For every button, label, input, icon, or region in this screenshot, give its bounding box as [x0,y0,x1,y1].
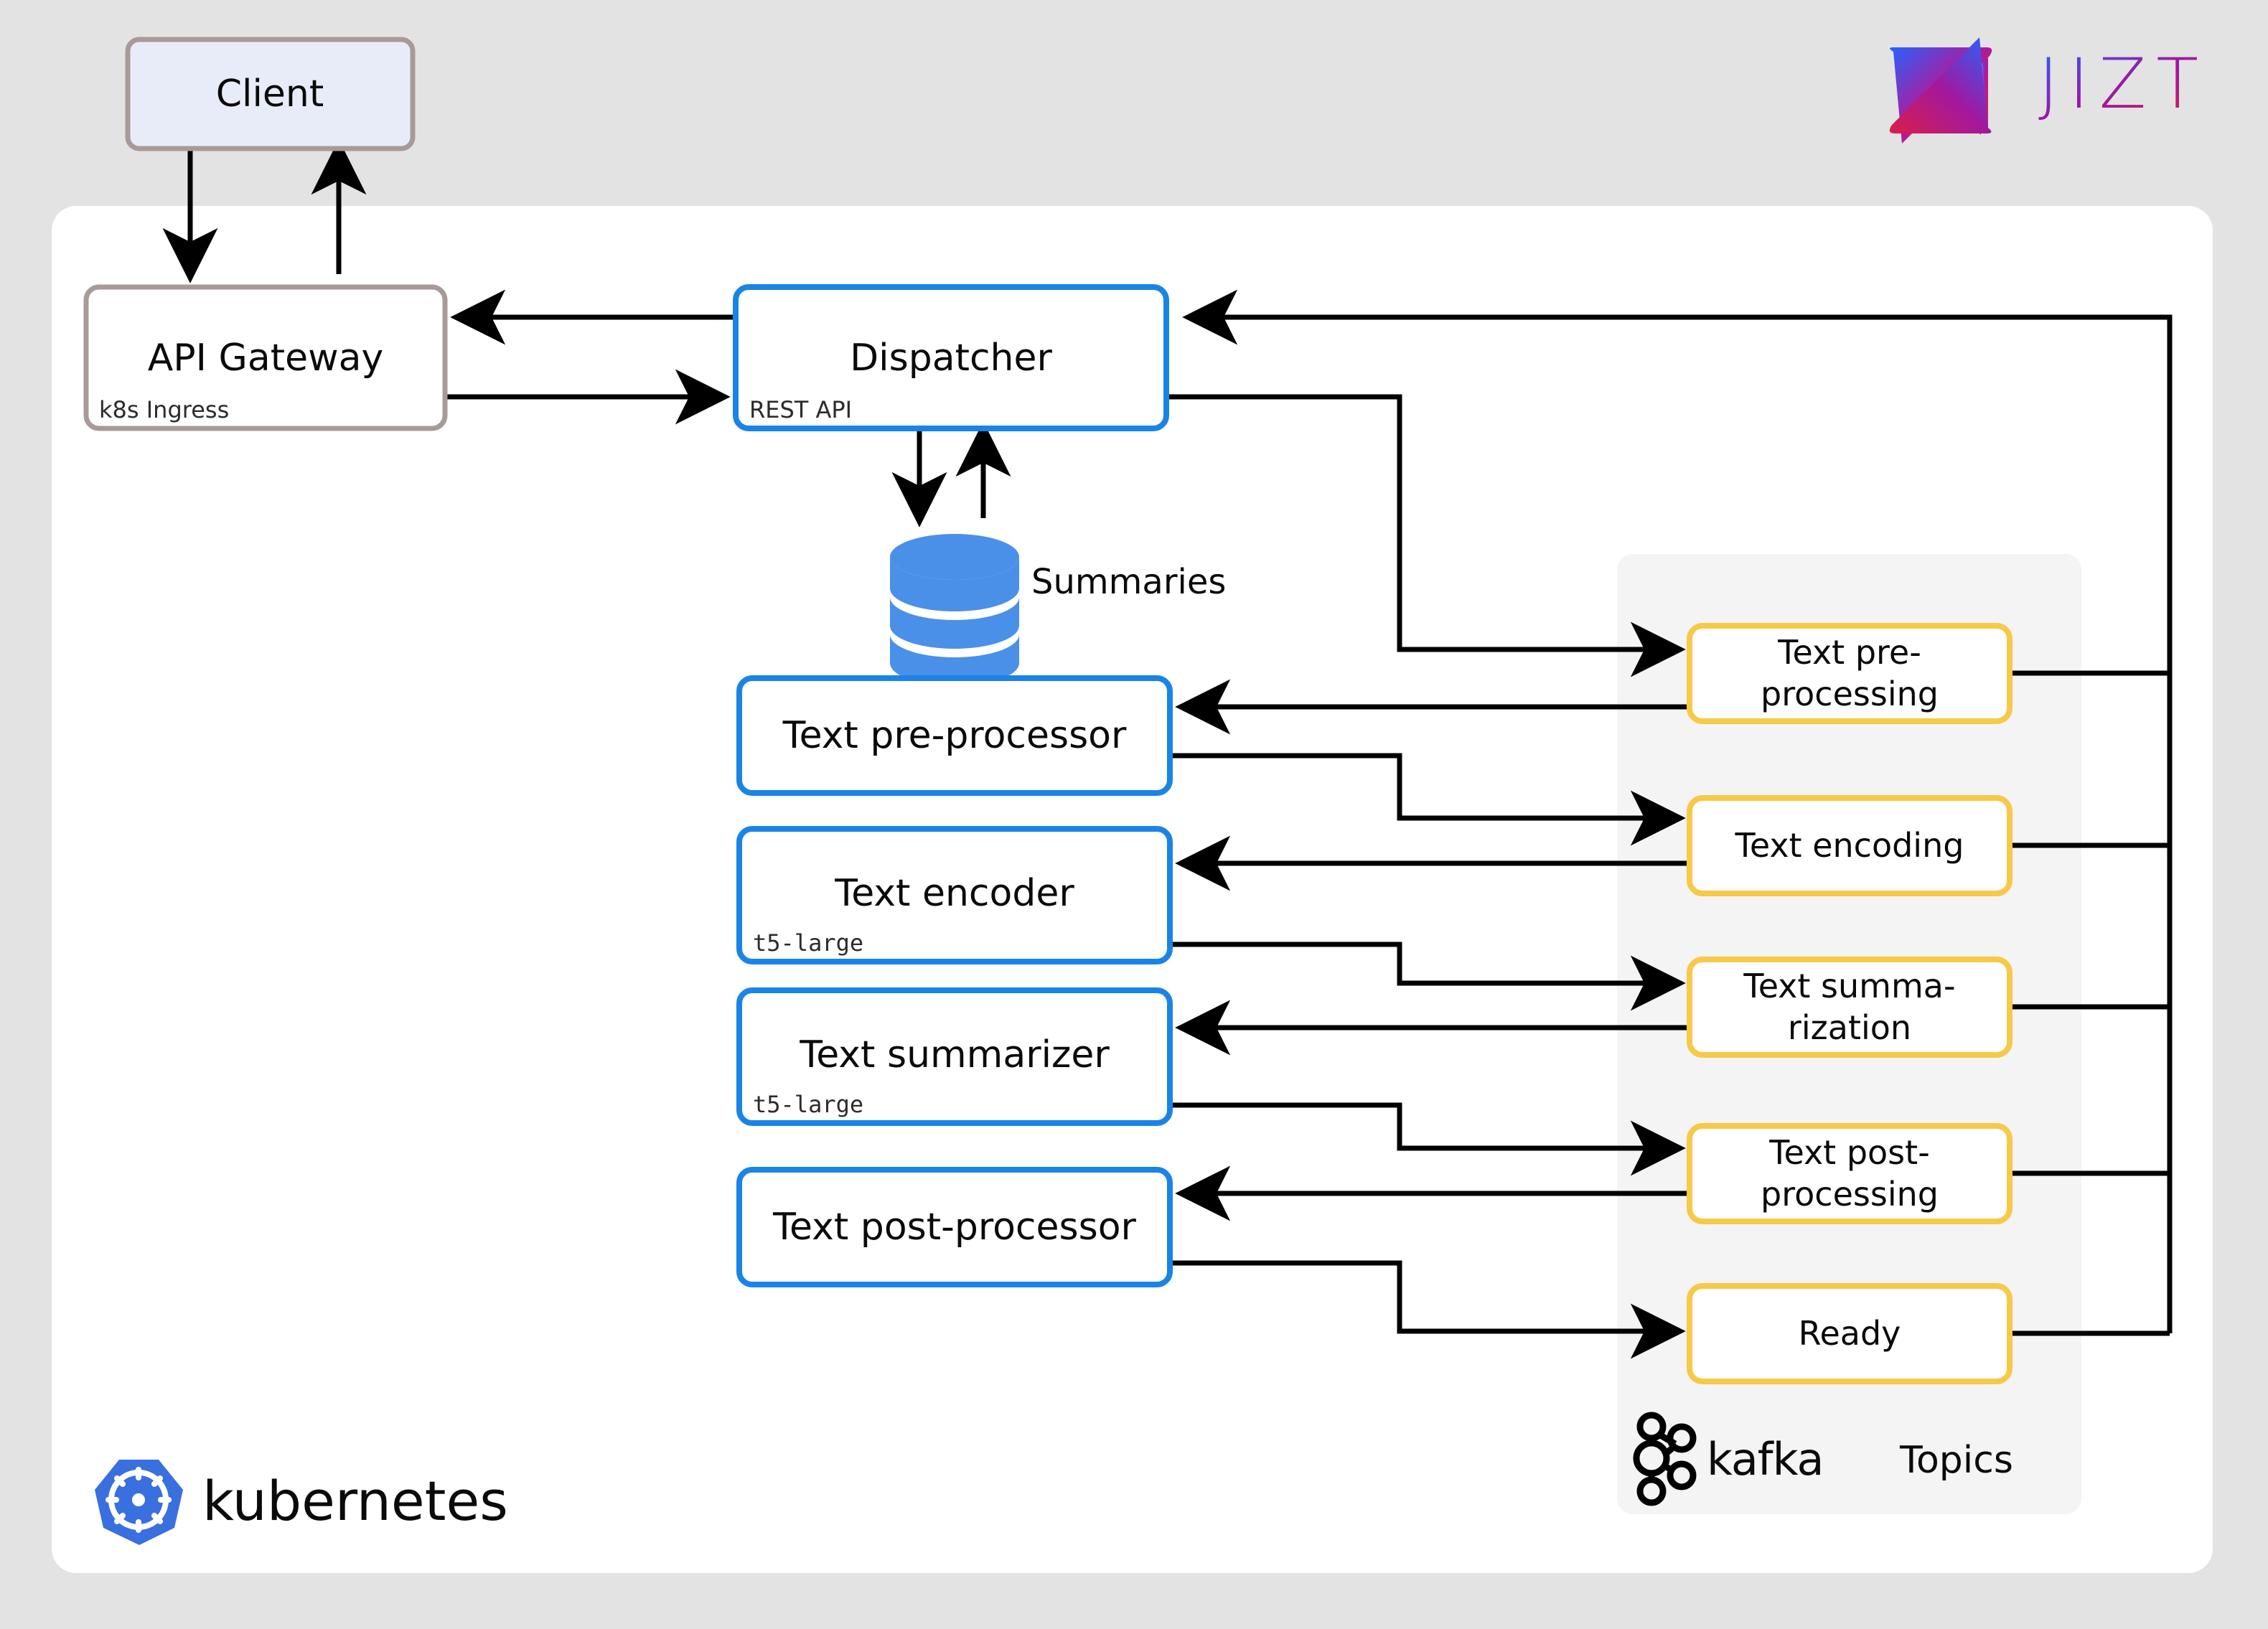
kafka-brand-label: kafka [1707,1433,1823,1485]
topic-label-line1: Text post- [1768,1133,1930,1172]
text-preprocessor-label: Text pre-processor [782,714,1127,757]
summaries-label: Summaries [1031,562,1226,602]
node-text-preprocessor[interactable]: Text pre-processor [736,675,1173,796]
api-gateway-subtitle: k8s Ingress [99,396,229,423]
text-encoder-subtitle: t5-large [753,929,863,957]
node-text-postprocessor[interactable]: Text post-processor [736,1167,1173,1287]
topic-label-line2: processing [1761,675,1939,713]
kafka-topics-caption: Topics [1899,1439,2013,1482]
client-label: Client [216,72,324,116]
topic-ready[interactable]: Ready [1687,1283,2012,1384]
diagram-canvas: Client API Gateway k8s Ingress Dispatche… [0,0,2268,1629]
dispatcher-subtitle: REST API [749,396,852,423]
jizt-logo: JIZT [1889,37,2208,144]
node-api-gateway[interactable]: API Gateway k8s Ingress [83,284,448,431]
topic-text-preprocessing[interactable]: Text pre- processing [1687,623,2012,724]
topic-label-line1: Text encoding [1735,826,1964,865]
jizt-wordmark: JIZT [2038,44,2208,124]
node-client[interactable]: Client [125,37,416,151]
topic-label-line2: rization [1788,1008,1911,1047]
kubernetes-brand: kubernetes [95,1460,508,1545]
architecture-diagram: Client API Gateway k8s Ingress Dispatche… [52,37,2213,1573]
topic-text-encoding[interactable]: Text encoding [1687,795,2012,896]
topic-label-line1: Text pre- [1777,633,1921,672]
topic-label-line2: processing [1761,1175,1939,1213]
text-encoder-label: Text encoder [834,872,1074,915]
node-text-summarizer[interactable]: Text summarizer t5-large [736,987,1173,1126]
dispatcher-label: Dispatcher [850,337,1052,380]
node-dispatcher[interactable]: Dispatcher REST API [733,284,1169,431]
topic-text-postprocessing[interactable]: Text post- processing [1687,1123,2012,1224]
text-summarizer-label: Text summarizer [799,1033,1110,1076]
text-postprocessor-label: Text post-processor [772,1206,1136,1249]
kubernetes-label: kubernetes [202,1469,508,1533]
topic-label-line1: Ready [1799,1314,1901,1353]
jizt-mark-icon [1889,37,1992,144]
node-text-encoder[interactable]: Text encoder t5-large [736,826,1173,964]
text-summarizer-subtitle: t5-large [753,1091,863,1118]
topic-text-summarization[interactable]: Text summa- rization [1687,957,2012,1058]
topic-label-line1: Text summa- [1743,967,1955,1005]
api-gateway-label: API Gateway [148,337,384,380]
